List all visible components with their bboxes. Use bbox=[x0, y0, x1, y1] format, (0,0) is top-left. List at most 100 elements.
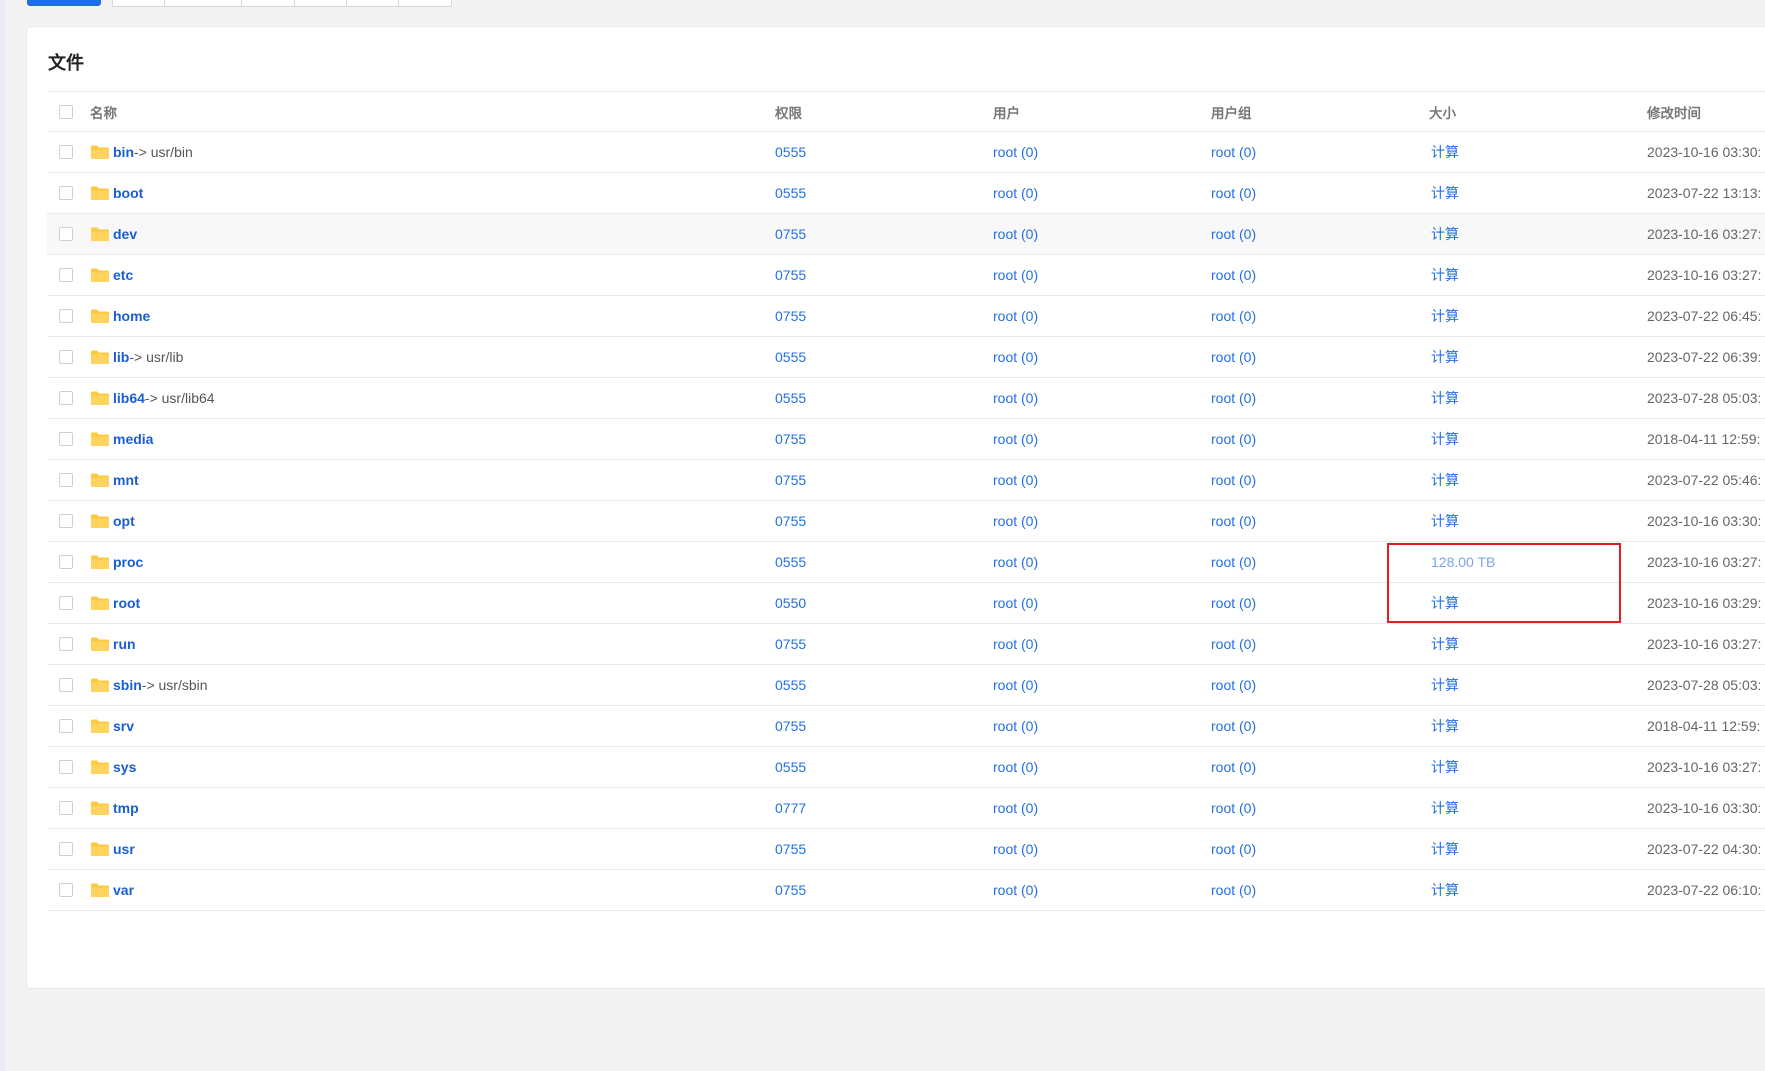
user-link[interactable]: root (0) bbox=[993, 296, 1038, 336]
table-row[interactable]: lib64 -> usr/lib64 0555 root (0) root (0) 计算 2… bbox=[47, 378, 1765, 419]
group-link[interactable]: root (0) bbox=[1211, 337, 1256, 377]
user-link[interactable]: root (0) bbox=[993, 624, 1038, 664]
file-name-link[interactable]: lib64 bbox=[113, 390, 145, 406]
group-link[interactable]: root (0) bbox=[1211, 378, 1256, 418]
perm-link[interactable]: 0555 bbox=[775, 173, 806, 213]
perm-link[interactable]: 0755 bbox=[775, 214, 806, 254]
tab-active[interactable] bbox=[27, 0, 101, 6]
tab[interactable] bbox=[295, 0, 347, 6]
group-link[interactable]: root (0) bbox=[1211, 706, 1256, 746]
tab[interactable] bbox=[113, 0, 165, 6]
user-link[interactable]: root (0) bbox=[993, 419, 1038, 459]
row-checkbox[interactable] bbox=[59, 514, 73, 528]
file-name-link[interactable]: usr bbox=[113, 841, 135, 857]
group-link[interactable]: root (0) bbox=[1211, 214, 1256, 254]
header-group[interactable]: 用户组 bbox=[1211, 92, 1252, 131]
table-row[interactable]: lib -> usr/lib 0555 root (0) root (0) 计算 2023-… bbox=[47, 337, 1765, 378]
perm-link[interactable]: 0755 bbox=[775, 870, 806, 910]
user-link[interactable]: root (0) bbox=[993, 542, 1038, 582]
file-name-link[interactable]: tmp bbox=[113, 800, 139, 816]
row-checkbox[interactable] bbox=[59, 309, 73, 323]
user-link[interactable]: root (0) bbox=[993, 255, 1038, 295]
perm-link[interactable]: 0755 bbox=[775, 460, 806, 500]
file-name-link[interactable]: bin bbox=[113, 144, 134, 160]
row-checkbox[interactable] bbox=[59, 883, 73, 897]
group-link[interactable]: root (0) bbox=[1211, 419, 1256, 459]
perm-link[interactable]: 0555 bbox=[775, 747, 806, 787]
user-link[interactable]: root (0) bbox=[993, 747, 1038, 787]
calc-size-link[interactable]: 计算 bbox=[1429, 747, 1459, 787]
group-link[interactable]: root (0) bbox=[1211, 542, 1256, 582]
row-checkbox[interactable] bbox=[59, 432, 73, 446]
perm-link[interactable]: 0555 bbox=[775, 542, 806, 582]
file-name-link[interactable]: sbin bbox=[113, 677, 142, 693]
calc-size-link[interactable]: 计算 bbox=[1429, 255, 1459, 295]
user-link[interactable]: root (0) bbox=[993, 337, 1038, 377]
file-name-link[interactable]: lib bbox=[113, 349, 129, 365]
user-link[interactable]: root (0) bbox=[993, 788, 1038, 828]
calc-size-link[interactable]: 计算 bbox=[1429, 378, 1459, 418]
group-link[interactable]: root (0) bbox=[1211, 788, 1256, 828]
row-checkbox[interactable] bbox=[59, 760, 73, 774]
user-link[interactable]: root (0) bbox=[993, 665, 1038, 705]
calc-size-link[interactable]: 计算 bbox=[1429, 173, 1459, 213]
group-link[interactable]: root (0) bbox=[1211, 296, 1256, 336]
select-all-checkbox[interactable] bbox=[59, 104, 73, 119]
file-name-link[interactable]: var bbox=[113, 882, 134, 898]
row-checkbox[interactable] bbox=[59, 719, 73, 733]
row-checkbox[interactable] bbox=[59, 145, 73, 159]
calc-size-link[interactable]: 计算 bbox=[1429, 460, 1459, 500]
calc-size-link[interactable]: 计算 bbox=[1429, 132, 1459, 172]
calc-size-link[interactable]: 计算 bbox=[1429, 214, 1459, 254]
table-row[interactable]: etc 0755 root (0) root (0) 计算 2023-10-16 03:2… bbox=[47, 255, 1765, 296]
table-row[interactable]: mnt 0755 root (0) root (0) 计算 2023-07-22 05:4… bbox=[47, 460, 1765, 501]
group-link[interactable]: root (0) bbox=[1211, 460, 1256, 500]
calc-size-link[interactable]: 计算 bbox=[1429, 706, 1459, 746]
user-link[interactable]: root (0) bbox=[993, 173, 1038, 213]
group-link[interactable]: root (0) bbox=[1211, 583, 1256, 623]
file-name-link[interactable]: opt bbox=[113, 513, 135, 529]
user-link[interactable]: root (0) bbox=[993, 378, 1038, 418]
perm-link[interactable]: 0550 bbox=[775, 583, 806, 623]
perm-link[interactable]: 0555 bbox=[775, 337, 806, 377]
perm-link[interactable]: 0555 bbox=[775, 132, 806, 172]
header-user[interactable]: 用户 bbox=[993, 92, 1020, 131]
calc-size-link[interactable]: 计算 bbox=[1429, 337, 1459, 377]
calc-size-link[interactable]: 计算 bbox=[1429, 870, 1459, 910]
row-checkbox[interactable] bbox=[59, 473, 73, 487]
group-link[interactable]: root (0) bbox=[1211, 255, 1256, 295]
perm-link[interactable]: 0755 bbox=[775, 829, 806, 869]
user-link[interactable]: root (0) bbox=[993, 870, 1038, 910]
file-name-link[interactable]: mnt bbox=[113, 472, 139, 488]
table-row[interactable]: media 0755 root (0) root (0) 计算 2018-04-11 12… bbox=[47, 419, 1765, 460]
header-name[interactable]: 名称 bbox=[90, 92, 117, 131]
row-checkbox[interactable] bbox=[59, 391, 73, 405]
calc-size-link[interactable]: 计算 bbox=[1429, 624, 1459, 664]
table-row[interactable]: usr 0755 root (0) root (0) 计算 2023-07-22 04:3… bbox=[47, 829, 1765, 870]
group-link[interactable]: root (0) bbox=[1211, 173, 1256, 213]
header-perm[interactable]: 权限 bbox=[775, 92, 802, 131]
group-link[interactable]: root (0) bbox=[1211, 665, 1256, 705]
user-link[interactable]: root (0) bbox=[993, 706, 1038, 746]
file-name-link[interactable]: proc bbox=[113, 554, 143, 570]
row-checkbox[interactable] bbox=[59, 268, 73, 282]
header-mtime[interactable]: 修改时间 bbox=[1647, 92, 1701, 131]
perm-link[interactable]: 0755 bbox=[775, 706, 806, 746]
table-row[interactable]: sys 0555 root (0) root (0) 计算 2023-10-16 03:2… bbox=[47, 747, 1765, 788]
row-checkbox[interactable] bbox=[59, 842, 73, 856]
tab[interactable] bbox=[347, 0, 399, 6]
row-checkbox[interactable] bbox=[59, 350, 73, 364]
tab[interactable] bbox=[242, 0, 295, 6]
calc-size-link[interactable]: 计算 bbox=[1429, 665, 1459, 705]
perm-link[interactable]: 0755 bbox=[775, 296, 806, 336]
perm-link[interactable]: 0755 bbox=[775, 624, 806, 664]
file-name-link[interactable]: sys bbox=[113, 759, 136, 775]
group-link[interactable]: root (0) bbox=[1211, 132, 1256, 172]
file-name-link[interactable]: boot bbox=[113, 185, 143, 201]
group-link[interactable]: root (0) bbox=[1211, 501, 1256, 541]
file-name-link[interactable]: media bbox=[113, 431, 153, 447]
header-size[interactable]: 大小 bbox=[1429, 92, 1456, 131]
row-checkbox[interactable] bbox=[59, 186, 73, 200]
calc-size-link[interactable]: 计算 bbox=[1429, 501, 1459, 541]
calc-size-link[interactable]: 计算 bbox=[1429, 419, 1459, 459]
